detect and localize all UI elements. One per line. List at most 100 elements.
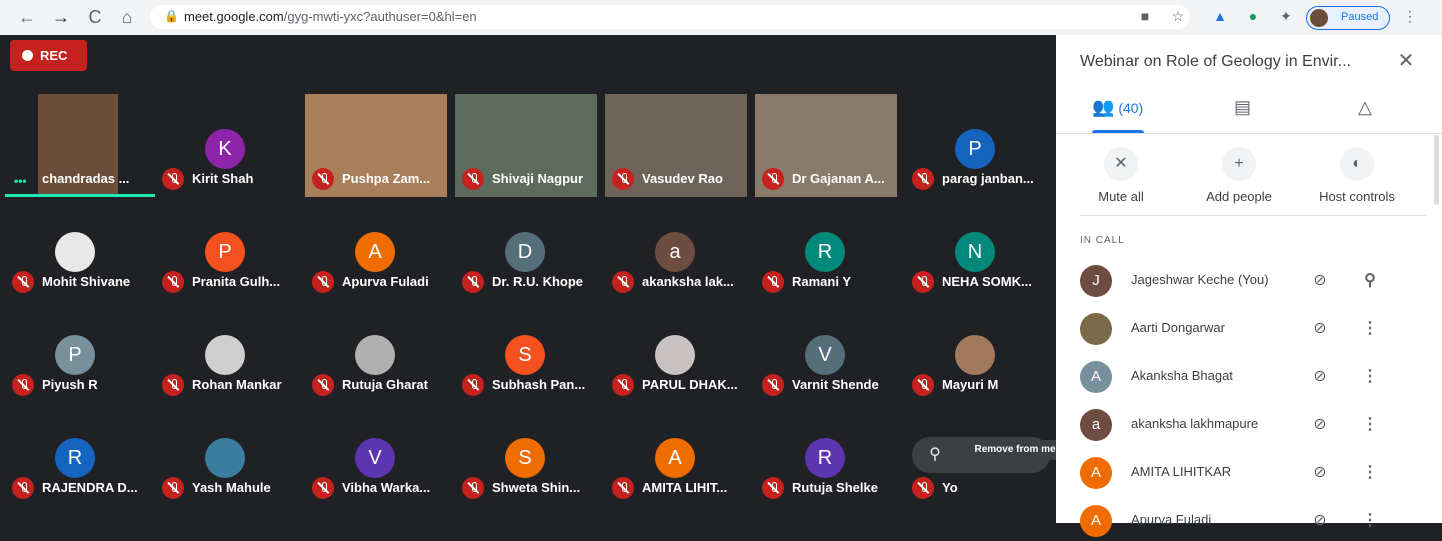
participant-tile[interactable]: Mayuri M	[900, 300, 1050, 403]
avatar	[1080, 313, 1112, 345]
participant-tile[interactable]: R Ramani Y	[750, 197, 900, 300]
participant-name: RAJENDRA D...	[42, 480, 138, 495]
list-item[interactable]: A Apurva Fuladi ⊘ ⋮	[1080, 501, 1426, 541]
list-item[interactable]: J Jageshwar Keche (You) ⊘ ⚲	[1080, 261, 1426, 301]
participant-tile[interactable]: S Shweta Shin...	[450, 403, 600, 506]
participant-label: Rohan Mankar	[156, 374, 296, 396]
add-people-button[interactable]: + Add people	[1189, 147, 1289, 207]
more-options-icon[interactable]: ⋮	[1360, 463, 1380, 483]
browser-toolbar: ← → C ⌂ 🔒 meet.google.com/gyg-mwti-yxc?a…	[0, 0, 1442, 36]
more-options-icon[interactable]: ⋮	[1360, 415, 1380, 435]
puzzle-icon[interactable]: ✦	[1278, 8, 1294, 24]
participant-label: Rutuja Shelke	[756, 477, 896, 499]
participant-tile[interactable]: R Rutuja Shelke	[750, 403, 900, 506]
list-item[interactable]: A AMITA LIHITKAR ⊘ ⋮	[1080, 453, 1426, 493]
participant-label: Vasudev Rao	[606, 168, 746, 190]
participant-tile[interactable]: Shivaji Nagpur	[450, 94, 600, 197]
camera-icon[interactable]: ■	[1137, 8, 1153, 24]
participant-name: Jageshwar Keche (You)	[1131, 272, 1269, 287]
forward-icon[interactable]: →	[48, 5, 74, 29]
mute-all-button[interactable]: ✕ Mute all	[1071, 147, 1171, 207]
more-options-icon[interactable]: ⋮	[1360, 511, 1380, 531]
participant-tile[interactable]: D Dr. R.U. Khope	[450, 197, 600, 300]
avatar	[205, 335, 245, 375]
participant-tile[interactable]: A Apurva Fuladi	[300, 197, 450, 300]
grammarly-icon[interactable]: ●	[1245, 8, 1261, 24]
home-icon[interactable]: ⌂	[114, 5, 140, 29]
list-item[interactable]: a akanksha lakhmapure ⊘ ⋮	[1080, 405, 1426, 445]
tab-chat[interactable]: ▤	[1234, 97, 1251, 131]
participant-tile[interactable]: Dr Gajanan A...	[750, 94, 900, 197]
participant-tile[interactable]: Pparag janban...	[900, 94, 1050, 197]
participant-tile[interactable]: a akanksha lak...	[600, 197, 750, 300]
participant-tile[interactable]: K Kirit Shah	[150, 94, 300, 197]
mic-off-icon	[612, 477, 634, 499]
participant-tile[interactable]: P Pranita Gulh...	[150, 197, 300, 300]
participant-tile[interactable]: V Vibha Warka...	[300, 403, 450, 506]
avatar: A	[655, 438, 695, 478]
participant-label: Kirit Shah	[156, 168, 296, 190]
list-item[interactable]: Aarti Dongarwar ⊘ ⋮	[1080, 309, 1426, 349]
mic-off-icon[interactable]: ⊘	[1310, 319, 1330, 339]
close-icon[interactable]: ✕	[1394, 49, 1418, 73]
participant-name: PARUL DHAK...	[642, 377, 738, 392]
participant-name: Apurva Fuladi	[342, 274, 429, 289]
participant-tile[interactable]: ••• chandradas ...	[0, 94, 155, 197]
mic-off-icon[interactable]: ⊘	[1310, 511, 1330, 531]
participant-tile[interactable]: Yash Mahule	[150, 403, 300, 506]
participant-tile[interactable]: R RAJENDRA D...	[0, 403, 150, 506]
participant-tile[interactable]: S Subhash Pan...	[450, 300, 600, 403]
participant-label: Mohit Shivane	[6, 271, 146, 293]
reload-icon[interactable]: C	[82, 5, 108, 29]
participant-name: akanksha lak...	[642, 274, 734, 289]
avatar	[955, 335, 995, 375]
star-icon[interactable]: ☆	[1170, 8, 1186, 24]
participant-label: Mayuri M	[906, 374, 1046, 396]
mic-off-icon[interactable]: ⊘	[1310, 415, 1330, 435]
tab-activities[interactable]: △	[1358, 97, 1372, 131]
avatar: J	[1080, 265, 1112, 297]
mic-off-icon	[12, 271, 34, 293]
participant-tile[interactable]: P Piyush R	[0, 300, 150, 403]
scrollbar[interactable]	[1434, 135, 1439, 205]
participant-tile[interactable]: Vasudev Rao	[600, 94, 750, 197]
toggle-icon: ◐	[1340, 147, 1374, 181]
participant-name: AMITA LIHIT...	[642, 480, 728, 495]
profile-button[interactable]: Paused	[1306, 6, 1390, 30]
panel-title: Webinar on Role of Geology in Envir...	[1080, 53, 1351, 70]
participant-name: Dr. R.U. Khope	[492, 274, 584, 289]
participant-name: Mohit Shivane	[42, 274, 131, 289]
host-controls-button[interactable]: ◐ Host controls	[1307, 147, 1407, 207]
tab-people[interactable]: 👥 (40)	[1092, 97, 1143, 131]
participant-tile[interactable]: Mohit Shivane	[0, 197, 150, 300]
participant-tile[interactable]: Rohan Mankar	[150, 300, 300, 403]
participant-tile[interactable]: PARUL DHAK...	[600, 300, 750, 403]
pin-icon[interactable]: ⚲	[924, 444, 946, 466]
back-icon[interactable]: ←	[14, 5, 40, 29]
pin-icon[interactable]: ⚲	[1360, 271, 1380, 291]
mic-off-icon[interactable]: ⊘	[1310, 271, 1330, 291]
participant-label: akanksha lak...	[606, 271, 746, 293]
participant-tile[interactable]: V Varnit Shende	[750, 300, 900, 403]
url-text: meet.google.com/gyg-mwti-yxc?authuser=0&…	[184, 9, 477, 24]
mic-off-icon	[762, 477, 784, 499]
chat-icon: ▤	[1234, 97, 1252, 117]
menu-icon[interactable]: ⋮	[1402, 8, 1418, 24]
address-bar[interactable]: 🔒 meet.google.com/gyg-mwti-yxc?authuser=…	[150, 5, 1190, 29]
participant-tile[interactable]: A AMITA LIHIT...	[600, 403, 750, 506]
participant-tile[interactable]: N NEHA SOMK...	[900, 197, 1050, 300]
participant-tile[interactable]: Rutuja Gharat	[300, 300, 450, 403]
participant-label: Varnit Shende	[756, 374, 896, 396]
list-item[interactable]: A Akanksha Bhagat ⊘ ⋮	[1080, 357, 1426, 397]
mic-off-icon[interactable]: ⊘	[1310, 463, 1330, 483]
avatar: P	[205, 232, 245, 272]
more-options-icon[interactable]: ⋮	[1360, 367, 1380, 387]
participant-tile[interactable]: Pushpa Zam...	[300, 94, 450, 197]
extension-icon[interactable]: ▲	[1212, 8, 1228, 24]
participant-name: Vasudev Rao	[642, 171, 723, 186]
more-options-icon[interactable]: ⋮	[1360, 319, 1380, 339]
mic-off-icon	[12, 477, 34, 499]
mic-off-icon[interactable]: ⊘	[1310, 367, 1330, 387]
participant-name: Yo	[942, 480, 958, 495]
mic-off-icon: ✕	[1104, 147, 1138, 181]
